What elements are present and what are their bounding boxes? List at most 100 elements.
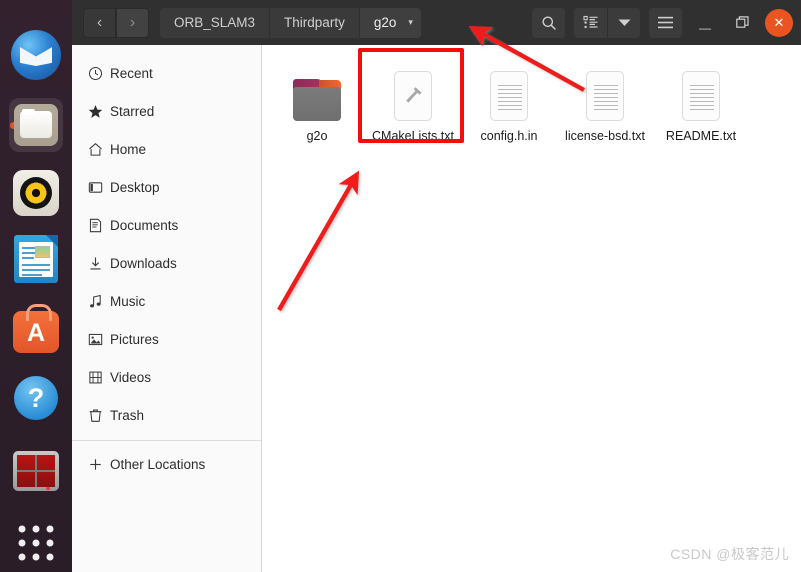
file-label: config.h.in <box>480 129 538 143</box>
dock-item-help[interactable]: ? <box>9 371 63 425</box>
search-icon <box>542 16 556 30</box>
text-file-icon <box>682 71 720 121</box>
watermark: CSDN @极客范儿 <box>670 546 789 562</box>
maximize-icon <box>735 16 749 28</box>
file-thumbnail <box>682 63 720 121</box>
chevron-right-icon: › <box>129 13 136 31</box>
file-manager-window: ‹ › ORB_SLAM3 Thirdparty g2o ▾ — ✕ Recen… <box>72 0 801 572</box>
sidebar-item-trash[interactable]: Trash <box>72 396 261 434</box>
hammer-icon <box>406 87 422 103</box>
sidebar-item-videos[interactable]: Videos <box>72 358 261 396</box>
minimize-icon: — <box>699 20 711 35</box>
view-mode-group <box>574 7 640 38</box>
sidebar-item-recent[interactable]: Recent <box>72 54 261 92</box>
dock-item-thunderbird[interactable] <box>9 28 63 82</box>
list-view-icon <box>582 15 597 29</box>
sidebar-item-documents[interactable]: Documents <box>72 206 261 244</box>
sidebar-item-label: Downloads <box>110 255 177 271</box>
sidebar-divider <box>72 440 261 441</box>
sidebar-item-other-locations[interactable]: Other Locations <box>72 445 261 483</box>
file-grid: g2o CMakeLists.txt config.h.in license-b… <box>263 45 749 144</box>
plus-icon <box>88 457 110 472</box>
dock-item-ubuntu-software[interactable]: A <box>9 304 63 359</box>
sidebar-item-label: Desktop <box>110 179 160 195</box>
dock-item-rhythmbox[interactable] <box>9 166 63 220</box>
sidebar-item-label: Trash <box>110 407 145 423</box>
sidebar-item-pictures[interactable]: Pictures <box>72 320 261 358</box>
star-icon <box>88 104 110 119</box>
rhythmbox-icon <box>13 170 59 216</box>
close-icon: ✕ <box>773 14 785 30</box>
sidebar-item-music[interactable]: Music <box>72 282 261 320</box>
chevron-down-icon[interactable]: ▾ <box>408 17 413 28</box>
file-thumbnail <box>490 63 528 121</box>
main-menu-button[interactable] <box>649 7 682 38</box>
screen: A ? ‹ › ORB_SLAM3 Thirdparty g2o ▾ — ✕ R… <box>0 0 801 572</box>
file-view[interactable]: g2o CMakeLists.txt config.h.in license-b… <box>263 45 801 572</box>
header-actions: — ✕ <box>523 0 793 45</box>
ubuntu-dock: A ? <box>0 0 72 572</box>
file-item-config-h-in[interactable]: config.h.in <box>461 55 557 144</box>
dock-item-firefox[interactable] <box>9 0 63 20</box>
file-item-license-bsd[interactable]: license-bsd.txt <box>557 55 653 144</box>
sidebar-item-label: Recent <box>110 65 153 81</box>
sidebar-item-home[interactable]: Home <box>72 130 261 168</box>
file-item-g2o[interactable]: g2o <box>269 55 365 144</box>
dock-item-virtual-machine[interactable] <box>9 444 63 498</box>
file-thumbnail <box>394 63 432 121</box>
hamburger-menu-icon <box>658 16 673 29</box>
forward-button[interactable]: › <box>116 7 149 38</box>
file-thumbnail <box>586 63 624 121</box>
dock-item-show-applications[interactable] <box>9 516 63 570</box>
minimize-button[interactable]: — <box>691 9 719 37</box>
navigation-buttons: ‹ › <box>83 7 149 38</box>
home-icon <box>88 142 110 157</box>
ubuntu-software-icon: A <box>13 304 59 353</box>
list-view-button[interactable] <box>574 7 607 38</box>
dock-item-files[interactable] <box>9 98 63 152</box>
close-button[interactable]: ✕ <box>765 8 793 37</box>
sidebar-item-label: Other Locations <box>110 456 206 472</box>
dock-item-libreoffice-writer[interactable] <box>9 232 63 286</box>
sidebar-item-starred[interactable]: Starred <box>72 92 261 130</box>
maximize-button[interactable] <box>728 9 756 37</box>
file-label: g2o <box>306 129 328 143</box>
file-item-cmakelists[interactable]: CMakeLists.txt <box>365 55 461 144</box>
file-label: CMakeLists.txt <box>372 129 454 143</box>
breadcrumb-item-thirdparty[interactable]: Thirdparty <box>270 7 360 38</box>
file-thumbnail <box>293 63 341 121</box>
sidebar-item-downloads[interactable]: Downloads <box>72 244 261 282</box>
sidebar-item-label: Music <box>110 293 146 309</box>
help-icon: ? <box>14 376 58 420</box>
text-file-icon <box>586 71 624 121</box>
breadcrumb-item-orb-slam3[interactable]: ORB_SLAM3 <box>160 7 271 38</box>
breadcrumb-item-g2o[interactable]: g2o ▾ <box>359 7 421 38</box>
sidebar-item-label: Videos <box>110 369 152 385</box>
view-options-button[interactable] <box>607 7 640 38</box>
document-icon <box>88 218 110 233</box>
chevron-down-icon <box>618 19 630 26</box>
clock-icon <box>88 66 110 81</box>
thunderbird-icon <box>11 30 61 80</box>
sidebar-item-label: Pictures <box>110 331 159 347</box>
back-button[interactable]: ‹ <box>83 7 116 38</box>
app-grid-icon <box>18 525 54 561</box>
breadcrumb: ORB_SLAM3 Thirdparty g2o ▾ <box>160 7 421 38</box>
file-item-readme[interactable]: README.txt <box>653 55 749 144</box>
picture-icon <box>88 332 110 347</box>
breadcrumb-label: g2o <box>373 15 397 30</box>
build-file-icon <box>394 71 432 121</box>
breadcrumb-label: Thirdparty <box>284 15 345 30</box>
virtual-machine-icon <box>13 451 59 491</box>
files-icon <box>14 104 58 146</box>
sidebar: Recent Starred Home Desktop Documents Do… <box>72 45 262 572</box>
desktop-icon <box>88 180 110 195</box>
sidebar-item-label: Home <box>110 141 147 157</box>
file-label: README.txt <box>665 129 737 143</box>
sidebar-item-label: Documents <box>110 217 179 233</box>
trash-icon <box>88 408 110 423</box>
search-button[interactable] <box>532 7 565 38</box>
sidebar-item-desktop[interactable]: Desktop <box>72 168 261 206</box>
breadcrumb-label: ORB_SLAM3 <box>174 15 256 30</box>
chevron-left-icon: ‹ <box>96 13 103 31</box>
